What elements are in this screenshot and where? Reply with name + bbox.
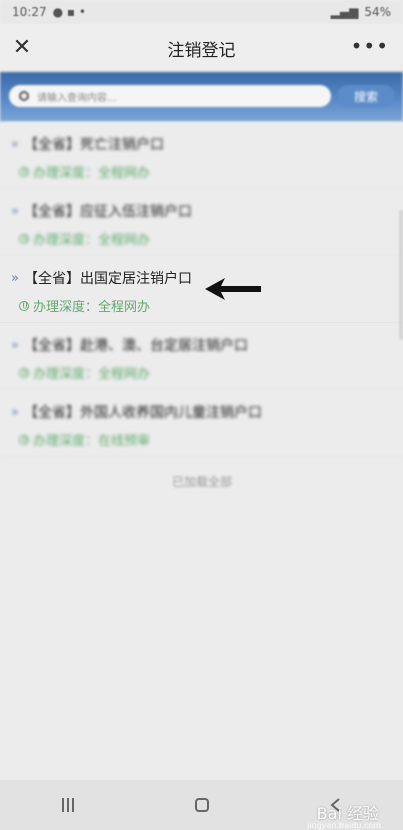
list-item[interactable]: » 【全省】出国定居注销户口 办理深度：全程网办 [0,256,403,323]
item-title: 【全省】外国人收养国内儿童注销户口 [24,405,262,421]
item-title: 【全省】出国定居注销户口 [24,271,192,287]
arrow-left-icon [205,278,261,300]
list-item[interactable]: » 【全省】赴港、澳、台定居注销户口 办理深度：全程网办 [0,323,403,390]
item-title: 【全省】赴港、澳、台定居注销户口 [24,338,248,354]
chevron-right-icon: » [11,405,19,420]
list-item[interactable]: » 【全省】外国人收养国内儿童注销户口 办理深度：在线预审 [0,390,403,457]
item-depth-label: 办理深度：全程网办 [33,300,151,315]
globe-icon [19,300,29,311]
nav-bar: ✕ 注销登记 ••• [0,24,403,72]
page-title: 注销登记 [167,40,236,61]
service-list: » 【全省】死亡注销户口 办理深度：全程网办 » 【全省】应征入伍注销户口 办理… [0,122,403,457]
search-button[interactable]: 搜索 [337,85,395,107]
notification-icons: ● ▪ • [52,5,86,19]
item-depth-label: 办理深度：在线预审 [33,434,151,449]
more-icon[interactable]: ••• [351,36,389,60]
item-depth-label: 办理深度：全程网办 [33,367,151,382]
globe-icon [19,233,29,244]
recents-icon[interactable] [60,798,76,812]
globe-icon [19,367,29,378]
search-icon [19,91,29,101]
battery-level: 54% [364,5,391,19]
item-depth: 办理深度：全程网办 [19,363,150,382]
signal-icon: ▂▄▆ [330,5,359,19]
globe-icon [19,166,29,177]
item-depth-label: 办理深度：全程网办 [33,233,151,248]
search-placeholder: 请输入查询内容... [37,92,117,104]
watermark-url: jingyan.baidu.com [307,821,381,830]
item-depth: 办理深度：全程网办 [19,229,150,248]
list-item[interactable]: » 【全省】应征入伍注销户口 办理深度：全程网办 [0,189,403,256]
globe-icon [19,434,29,445]
item-title: 【全省】应征入伍注销户口 [24,204,192,220]
search-input[interactable]: 请输入查询内容... [9,85,331,107]
chevron-right-icon: » [11,271,19,286]
chevron-right-icon: » [11,137,19,152]
status-time: 10:27 [12,5,47,19]
chevron-right-icon: » [11,204,19,219]
item-depth: 办理深度：在线预审 [19,430,150,449]
close-icon[interactable]: ✕ [10,36,34,60]
status-bar: 10:27 ● ▪ • ▂▄▆ 54% [0,0,403,24]
item-depth-label: 办理深度：全程网办 [33,166,151,181]
list-item[interactable]: » 【全省】死亡注销户口 办理深度：全程网办 [0,122,403,189]
item-depth: 办理深度：全程网办 [19,162,150,181]
item-depth: 办理深度：全程网办 [19,296,150,315]
scroll-indicator [399,210,403,340]
home-icon[interactable] [194,798,209,812]
item-title: 【全省】死亡注销户口 [24,137,164,153]
load-all-text: 已加载全部 [171,474,232,489]
chevron-right-icon: » [11,338,19,353]
